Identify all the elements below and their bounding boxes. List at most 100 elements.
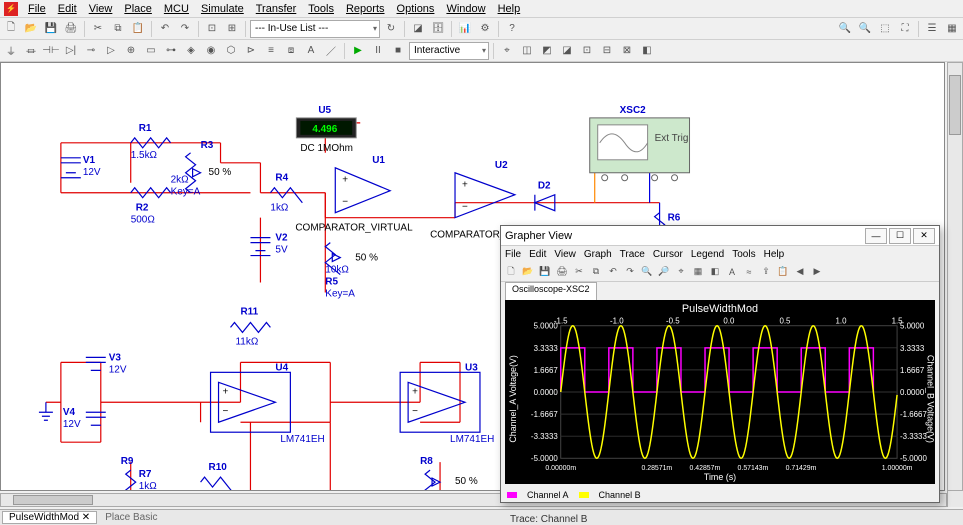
inuse-list-combo[interactable]: --- In-Use List --- xyxy=(250,20,380,38)
instrument1-icon[interactable]: ◫ xyxy=(518,42,536,60)
component-r3[interactable]: R3 2kΩ Key=A 50 % xyxy=(171,140,232,198)
paste-icon[interactable]: 📋 xyxy=(129,20,147,38)
probe-icon[interactable]: ⌖ xyxy=(498,42,516,60)
gprint-icon[interactable]: 🖨 xyxy=(554,264,570,280)
gmenu-legend[interactable]: Legend xyxy=(691,249,724,260)
menu-place[interactable]: Place xyxy=(118,3,158,15)
gmenu-trace[interactable]: Trace xyxy=(620,249,645,260)
component-r1[interactable]: R1 1.5kΩ xyxy=(131,123,171,161)
grapher-tab-scope[interactable]: Oscilloscope-XSC2 xyxy=(505,282,597,300)
instrument7-icon[interactable]: ◧ xyxy=(638,42,656,60)
menu-edit[interactable]: Edit xyxy=(52,3,83,15)
sheet-tab[interactable]: PulseWidthMod ✕ xyxy=(2,511,97,524)
instrument6-icon[interactable]: ⊠ xyxy=(618,42,636,60)
list-icon[interactable]: ☰ xyxy=(923,20,941,38)
menu-mcu[interactable]: MCU xyxy=(158,3,195,15)
new-icon[interactable]: 🗋 xyxy=(2,20,20,38)
transistor-icon[interactable]: ⊸ xyxy=(82,42,100,60)
menu-help[interactable]: Help xyxy=(492,3,527,15)
zoom-out-icon[interactable]: 🔍 xyxy=(856,20,874,38)
gopen-icon[interactable]: 📂 xyxy=(520,264,536,280)
redo-icon[interactable]: ↷ xyxy=(176,20,194,38)
connector-icon[interactable]: ⊶ xyxy=(162,42,180,60)
gcursor-icon[interactable]: ⌖ xyxy=(673,264,689,280)
gclip-icon[interactable]: 📋 xyxy=(775,264,791,280)
component-r8[interactable]: R8 2kΩ Key=A 50 % xyxy=(420,456,478,491)
gmenu-help[interactable]: Help xyxy=(764,249,785,260)
instrument3-icon[interactable]: ◪ xyxy=(558,42,576,60)
menu-window[interactable]: Window xyxy=(440,3,491,15)
source-icon[interactable]: ⊕ xyxy=(122,42,140,60)
minimize-button[interactable]: — xyxy=(865,228,887,244)
close-button[interactable]: ✕ xyxy=(913,228,935,244)
component-v2[interactable]: V2 5V xyxy=(250,233,288,256)
grapher-plot[interactable]: PulseWidthMod -1.5-1.0-0.50.00.51.01.5 5… xyxy=(505,300,935,484)
gmenu-cursor[interactable]: Cursor xyxy=(653,249,683,260)
fullscreen-icon[interactable]: ⛶ xyxy=(896,20,914,38)
postproc-icon[interactable]: ⚙ xyxy=(476,20,494,38)
text-icon[interactable]: A xyxy=(302,42,320,60)
gexport-icon[interactable]: ⇪ xyxy=(758,264,774,280)
grid-icon[interactable]: ▦ xyxy=(943,20,961,38)
gscript-icon[interactable]: ≈ xyxy=(741,264,757,280)
zoom-area-icon[interactable]: ⬚ xyxy=(876,20,894,38)
stop-button[interactable]: ■ xyxy=(389,42,407,60)
print-icon[interactable]: 🖨 xyxy=(62,20,80,38)
gcut-icon[interactable]: ✂ xyxy=(571,264,587,280)
gcopy-icon[interactable]: ⧉ xyxy=(588,264,604,280)
instrument4-icon[interactable]: ⊡ xyxy=(578,42,596,60)
port-icon[interactable]: ⊳ xyxy=(242,42,260,60)
menu-simulate[interactable]: Simulate xyxy=(195,3,250,15)
component-r5[interactable]: R5 10kΩ Key=A 50 % xyxy=(325,243,378,300)
gsave-icon[interactable]: 💾 xyxy=(537,264,553,280)
instrument5-icon[interactable]: ⊟ xyxy=(598,42,616,60)
zoom-100-icon[interactable]: ⊞ xyxy=(223,20,241,38)
wire-icon[interactable]: ／ xyxy=(322,42,340,60)
instrument-xsc2[interactable]: XSC2 Ext Trig xyxy=(590,105,690,181)
component-r11[interactable]: R11 11kΩ xyxy=(231,306,271,347)
cut-icon[interactable]: ✂ xyxy=(89,20,107,38)
pause-button[interactable]: II xyxy=(369,42,387,60)
gnew-icon[interactable]: 🗋 xyxy=(503,264,519,280)
vertical-scrollbar[interactable] xyxy=(947,62,963,491)
grapher-window[interactable]: Grapher View — ☐ ✕ File Edit View Graph … xyxy=(500,225,940,503)
component-r10[interactable]: R10 10kΩ xyxy=(201,462,233,491)
component-u4[interactable]: + − U4 LM741EH xyxy=(211,362,325,445)
gredo-icon[interactable]: ↷ xyxy=(622,264,638,280)
gzoomout-icon[interactable]: 🔎 xyxy=(656,264,672,280)
glegend-icon[interactable]: ◧ xyxy=(707,264,723,280)
save-icon[interactable]: 💾 xyxy=(42,20,60,38)
maximize-button[interactable]: ☐ xyxy=(889,228,911,244)
database-icon[interactable]: 🗄 xyxy=(429,20,447,38)
resistor-icon[interactable]: ⏛ xyxy=(22,42,40,60)
menu-transfer[interactable]: Transfer xyxy=(250,3,303,15)
analysis-icon[interactable]: 📊 xyxy=(456,20,474,38)
component-r9[interactable]: R9 xyxy=(121,456,134,467)
component-v3[interactable]: V3 12V xyxy=(86,352,127,375)
ic-icon[interactable]: ▭ xyxy=(142,42,160,60)
indicator-icon[interactable]: ◉ xyxy=(202,42,220,60)
ground-symbol[interactable] xyxy=(39,402,53,420)
gfwd-icon[interactable]: ▶ xyxy=(809,264,825,280)
open-icon[interactable]: 📂 xyxy=(22,20,40,38)
menu-reports[interactable]: Reports xyxy=(340,3,391,15)
bus-icon[interactable]: ≡ xyxy=(262,42,280,60)
menu-tools[interactable]: Tools xyxy=(302,3,340,15)
gzoomin-icon[interactable]: 🔍 xyxy=(639,264,655,280)
gmenu-graph[interactable]: Graph xyxy=(584,249,612,260)
help-icon[interactable]: ? xyxy=(503,20,521,38)
refresh-icon[interactable]: ↻ xyxy=(382,20,400,38)
gtext-icon[interactable]: A xyxy=(724,264,740,280)
component-u1[interactable]: + − U1 COMPARATOR_VIRTUAL xyxy=(295,155,413,234)
component-icon[interactable]: ◪ xyxy=(409,20,427,38)
instrument2-icon[interactable]: ◩ xyxy=(538,42,556,60)
run-button[interactable]: ▶ xyxy=(349,42,367,60)
gmenu-view[interactable]: View xyxy=(554,249,576,260)
gback-icon[interactable]: ◀ xyxy=(792,264,808,280)
menu-view[interactable]: View xyxy=(83,3,119,15)
undo-icon[interactable]: ↶ xyxy=(156,20,174,38)
capacitor-icon[interactable]: ⊣⊢ xyxy=(42,42,60,60)
component-d2[interactable]: D2 xyxy=(535,181,555,211)
copy-icon[interactable]: ⧉ xyxy=(109,20,127,38)
zoom-in-icon[interactable]: 🔍 xyxy=(836,20,854,38)
